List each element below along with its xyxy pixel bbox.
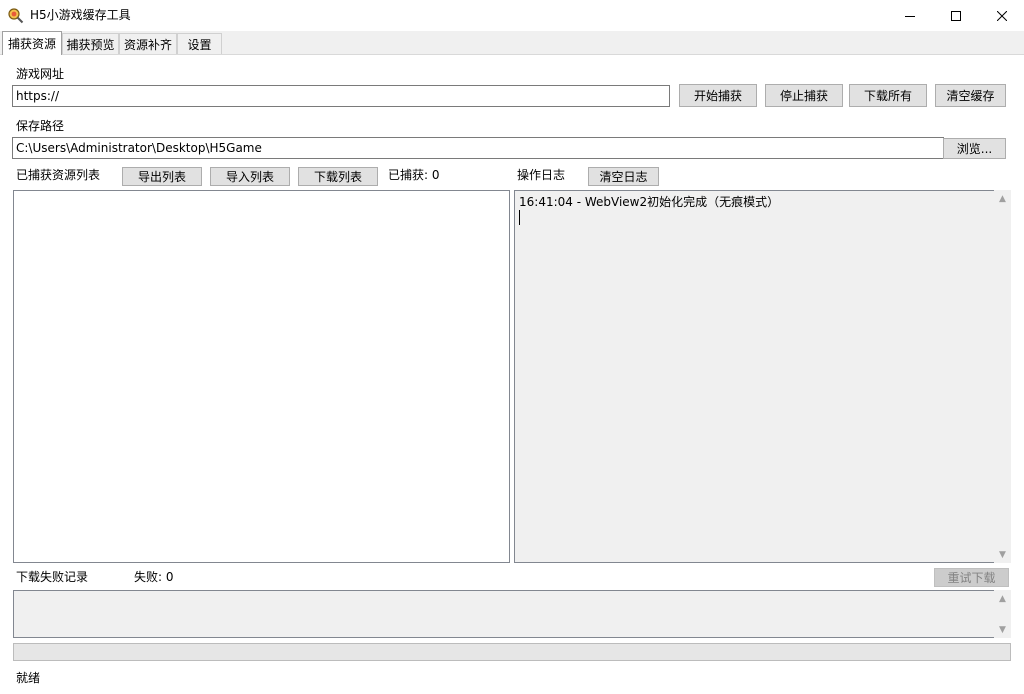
scroll-up-icon[interactable]: ▲	[994, 590, 1011, 607]
tab-settings[interactable]: 设置	[177, 33, 222, 54]
title-bar	[0, 0, 1024, 31]
url-input[interactable]: https://	[12, 85, 670, 107]
tab-capture-preview[interactable]: 捕获预览	[62, 33, 119, 54]
download-list-button[interactable]: 下载列表	[298, 167, 378, 186]
minimize-button[interactable]	[887, 0, 933, 31]
captured-count: 已捕获: 0	[388, 168, 440, 182]
scroll-down-icon[interactable]: ▼	[994, 621, 1011, 638]
maximize-button[interactable]	[933, 0, 979, 31]
clear-cache-button[interactable]: 清空缓存	[935, 84, 1006, 107]
scroll-up-icon[interactable]: ▲	[994, 190, 1011, 207]
retry-download-button[interactable]: 重试下载	[934, 568, 1009, 587]
clear-log-button[interactable]: 清空日志	[588, 167, 659, 186]
resource-list[interactable]	[13, 190, 510, 563]
log-scrollbar[interactable]: ▲ ▼	[994, 190, 1011, 563]
close-icon	[997, 10, 1007, 21]
start-capture-button[interactable]: 开始捕获	[679, 84, 757, 107]
failure-count: 失败: 0	[134, 570, 174, 584]
status-text: 就绪	[16, 671, 41, 685]
url-label: 游戏网址	[16, 67, 65, 81]
close-button[interactable]	[979, 0, 1024, 31]
stop-capture-button[interactable]: 停止捕获	[765, 84, 843, 107]
window-title: H5小游戏缓存工具	[30, 8, 131, 22]
log-label: 操作日志	[517, 168, 566, 182]
text-caret	[519, 210, 520, 225]
download-progress-bar	[13, 643, 1011, 661]
browse-button[interactable]: 浏览...	[943, 138, 1006, 159]
scroll-down-icon[interactable]: ▼	[994, 546, 1011, 563]
maximize-icon	[951, 10, 961, 21]
resource-list-label: 已捕获资源列表	[16, 168, 101, 182]
tab-capture-resources[interactable]: 捕获资源	[2, 31, 62, 55]
download-all-button[interactable]: 下载所有	[849, 84, 927, 107]
save-path-label: 保存路径	[16, 119, 65, 133]
export-list-button[interactable]: 导出列表	[122, 167, 202, 186]
minimize-icon	[905, 15, 915, 17]
failure-scrollbar[interactable]: ▲ ▼	[994, 590, 1011, 638]
import-list-button[interactable]: 导入列表	[210, 167, 290, 186]
failure-log-label: 下载失败记录	[16, 570, 89, 584]
log-line: 16:41:04 - WebView2初始化完成（无痕模式）	[519, 195, 780, 209]
tab-resource-complete[interactable]: 资源补齐	[119, 33, 177, 54]
app-icon	[7, 7, 24, 24]
save-path-input[interactable]: C:\Users\Administrator\Desktop\H5Game	[12, 137, 944, 159]
failure-log-box[interactable]	[13, 590, 996, 638]
log-box[interactable]: 16:41:04 - WebView2初始化完成（无痕模式）	[514, 190, 995, 563]
